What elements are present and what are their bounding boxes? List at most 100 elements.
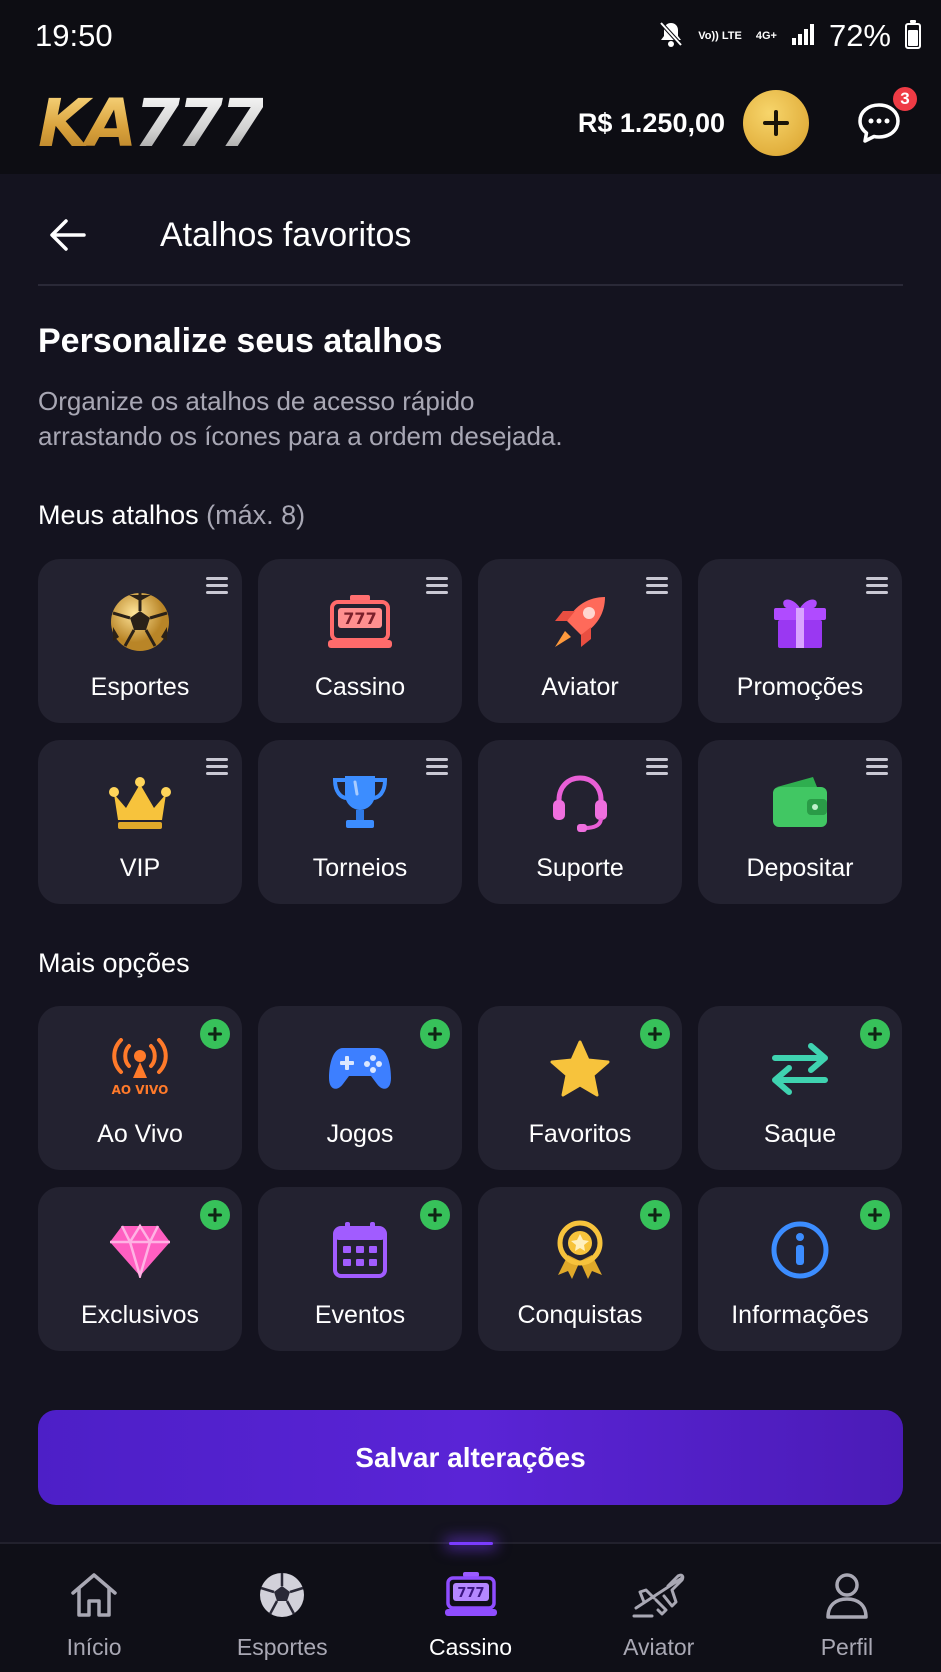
- soccer-ball-icon: [107, 589, 173, 655]
- shortcut-tile-cassino[interactable]: 777 Cassino: [258, 559, 462, 723]
- svg-text:777: 777: [343, 609, 376, 628]
- nav-label: Esportes: [236, 1634, 328, 1660]
- more-options-label: Mais opções: [38, 948, 190, 978]
- description-line-2: arrastando os ícones para a ordem deseja…: [38, 421, 563, 451]
- add-plus-icon[interactable]: [860, 1200, 890, 1230]
- shortcut-tile-promocoes[interactable]: Promoções: [698, 559, 902, 723]
- shortcut-label: Esportes: [90, 673, 190, 701]
- notification-badge: 3: [891, 85, 919, 113]
- ao-vivo-icon-text: AO VIVO: [112, 1083, 169, 1097]
- shortcut-tile-vip[interactable]: VIP: [38, 740, 242, 904]
- slot-machine-icon: 777: [444, 1568, 498, 1622]
- slot-machine-icon: 777: [327, 589, 393, 655]
- calendar-icon: [327, 1217, 393, 1283]
- add-plus-icon[interactable]: [420, 1200, 450, 1230]
- plus-icon: [763, 110, 789, 136]
- add-plus-icon[interactable]: [200, 1200, 230, 1230]
- my-shortcuts-grid: Esportes 777 Cassino Aviator Promoções V…: [38, 559, 904, 904]
- section-title: Personalize seus atalhos: [38, 322, 443, 360]
- app-header: KA777 R$ 1.250,00 3: [0, 72, 941, 174]
- my-shortcuts-title: Meus atalhos: [38, 500, 199, 530]
- balance-amount: R$ 1.250,00: [577, 107, 725, 138]
- arrow-left-icon: [50, 219, 86, 251]
- status-time: 19:50: [35, 18, 113, 53]
- option-tile-conquistas[interactable]: Conquistas: [478, 1187, 682, 1351]
- shortcut-tile-depositar[interactable]: Depositar: [698, 740, 902, 904]
- nav-label: Início: [66, 1634, 122, 1660]
- shortcut-label: Promoções: [736, 673, 864, 701]
- shortcut-label: VIP: [119, 854, 161, 882]
- option-tile-saque[interactable]: Saque: [698, 1006, 902, 1170]
- page-title: Atalhos favoritos: [160, 215, 412, 254]
- my-shortcuts-label: Meus atalhos (máx. 8): [38, 500, 305, 531]
- drag-handle-icon[interactable]: [866, 577, 888, 595]
- nav-item-esportes[interactable]: Esportes: [188, 1544, 376, 1672]
- add-plus-icon[interactable]: [640, 1200, 670, 1230]
- nav-item-inicio[interactable]: Início: [0, 1544, 188, 1672]
- shortcut-label: Aviator: [541, 673, 619, 701]
- drag-handle-icon[interactable]: [646, 577, 668, 595]
- section-description: Organize os atalhos de acesso rápido arr…: [38, 384, 738, 454]
- chat-button[interactable]: 3: [855, 85, 919, 147]
- add-plus-icon[interactable]: [860, 1019, 890, 1049]
- option-label: Informações: [731, 1301, 869, 1329]
- battery-percent: 72%: [828, 18, 891, 53]
- airplane-icon: [632, 1568, 686, 1622]
- nav-item-cassino[interactable]: 777 Cassino: [376, 1544, 564, 1672]
- shortcut-label: Cassino: [314, 673, 406, 701]
- add-plus-icon[interactable]: [640, 1019, 670, 1049]
- drag-handle-icon[interactable]: [206, 758, 228, 776]
- option-tile-exclusivos[interactable]: Exclusivos: [38, 1187, 242, 1351]
- drag-handle-icon[interactable]: [866, 758, 888, 776]
- shortcut-tile-suporte[interactable]: Suporte: [478, 740, 682, 904]
- shortcut-label: Depositar: [746, 854, 854, 882]
- header-actions: R$ 1.250,00 3: [577, 85, 919, 156]
- medal-icon: [547, 1217, 613, 1283]
- mute-icon: [658, 20, 684, 53]
- option-tile-jogos[interactable]: Jogos: [258, 1006, 462, 1170]
- brand-logo[interactable]: KA777: [38, 84, 266, 162]
- option-tile-informacoes[interactable]: Informações: [698, 1187, 902, 1351]
- shortcut-label: Suporte: [536, 854, 624, 882]
- live-broadcast-icon: AO VIVO: [107, 1036, 173, 1102]
- wallet-icon: [767, 770, 833, 836]
- option-tile-favoritos[interactable]: Favoritos: [478, 1006, 682, 1170]
- option-label: Eventos: [314, 1301, 406, 1329]
- nav-item-perfil[interactable]: Perfil: [753, 1544, 941, 1672]
- option-label: Ao Vivo: [97, 1120, 183, 1148]
- option-label: Favoritos: [528, 1120, 632, 1148]
- home-icon: [67, 1568, 121, 1622]
- signal-icon: [791, 22, 815, 51]
- info-icon: [767, 1217, 833, 1283]
- option-label: Exclusivos: [80, 1301, 200, 1329]
- save-changes-button[interactable]: Salvar alterações: [38, 1410, 903, 1505]
- drag-handle-icon[interactable]: [426, 577, 448, 595]
- nav-item-aviator[interactable]: Aviator: [565, 1544, 753, 1672]
- drag-handle-icon[interactable]: [206, 577, 228, 595]
- shortcut-tile-aviator[interactable]: Aviator: [478, 559, 682, 723]
- shortcut-tile-esportes[interactable]: Esportes: [38, 559, 242, 723]
- drag-handle-icon[interactable]: [646, 758, 668, 776]
- option-tile-ao-vivo[interactable]: AO VIVO Ao Vivo: [38, 1006, 242, 1170]
- bottom-navigation: Início Esportes 777 Cassino Aviator Perf…: [0, 1542, 941, 1672]
- battery-icon: [905, 20, 921, 49]
- back-button[interactable]: [38, 205, 98, 265]
- option-tile-eventos[interactable]: Eventos: [258, 1187, 462, 1351]
- logo-ka: KA: [38, 84, 137, 162]
- shortcut-tile-torneios[interactable]: Torneios: [258, 740, 462, 904]
- nav-label: Aviator: [623, 1634, 695, 1660]
- option-label: Jogos: [326, 1120, 394, 1148]
- deposit-plus-button[interactable]: [743, 90, 809, 156]
- drag-handle-icon[interactable]: [426, 758, 448, 776]
- add-plus-icon[interactable]: [420, 1019, 450, 1049]
- crown-icon: [107, 770, 173, 836]
- nav-label: Perfil: [820, 1634, 874, 1660]
- svg-text:777: 777: [457, 1586, 484, 1601]
- network-gen-indicator: 4G+: [755, 30, 777, 42]
- user-icon: [820, 1568, 874, 1622]
- gift-icon: [767, 589, 833, 655]
- status-icons: Vo)) LTE 4G+ 72%: [658, 18, 921, 54]
- add-plus-icon[interactable]: [200, 1019, 230, 1049]
- nav-label: Cassino: [428, 1634, 513, 1660]
- shortcut-label: Torneios: [312, 854, 408, 882]
